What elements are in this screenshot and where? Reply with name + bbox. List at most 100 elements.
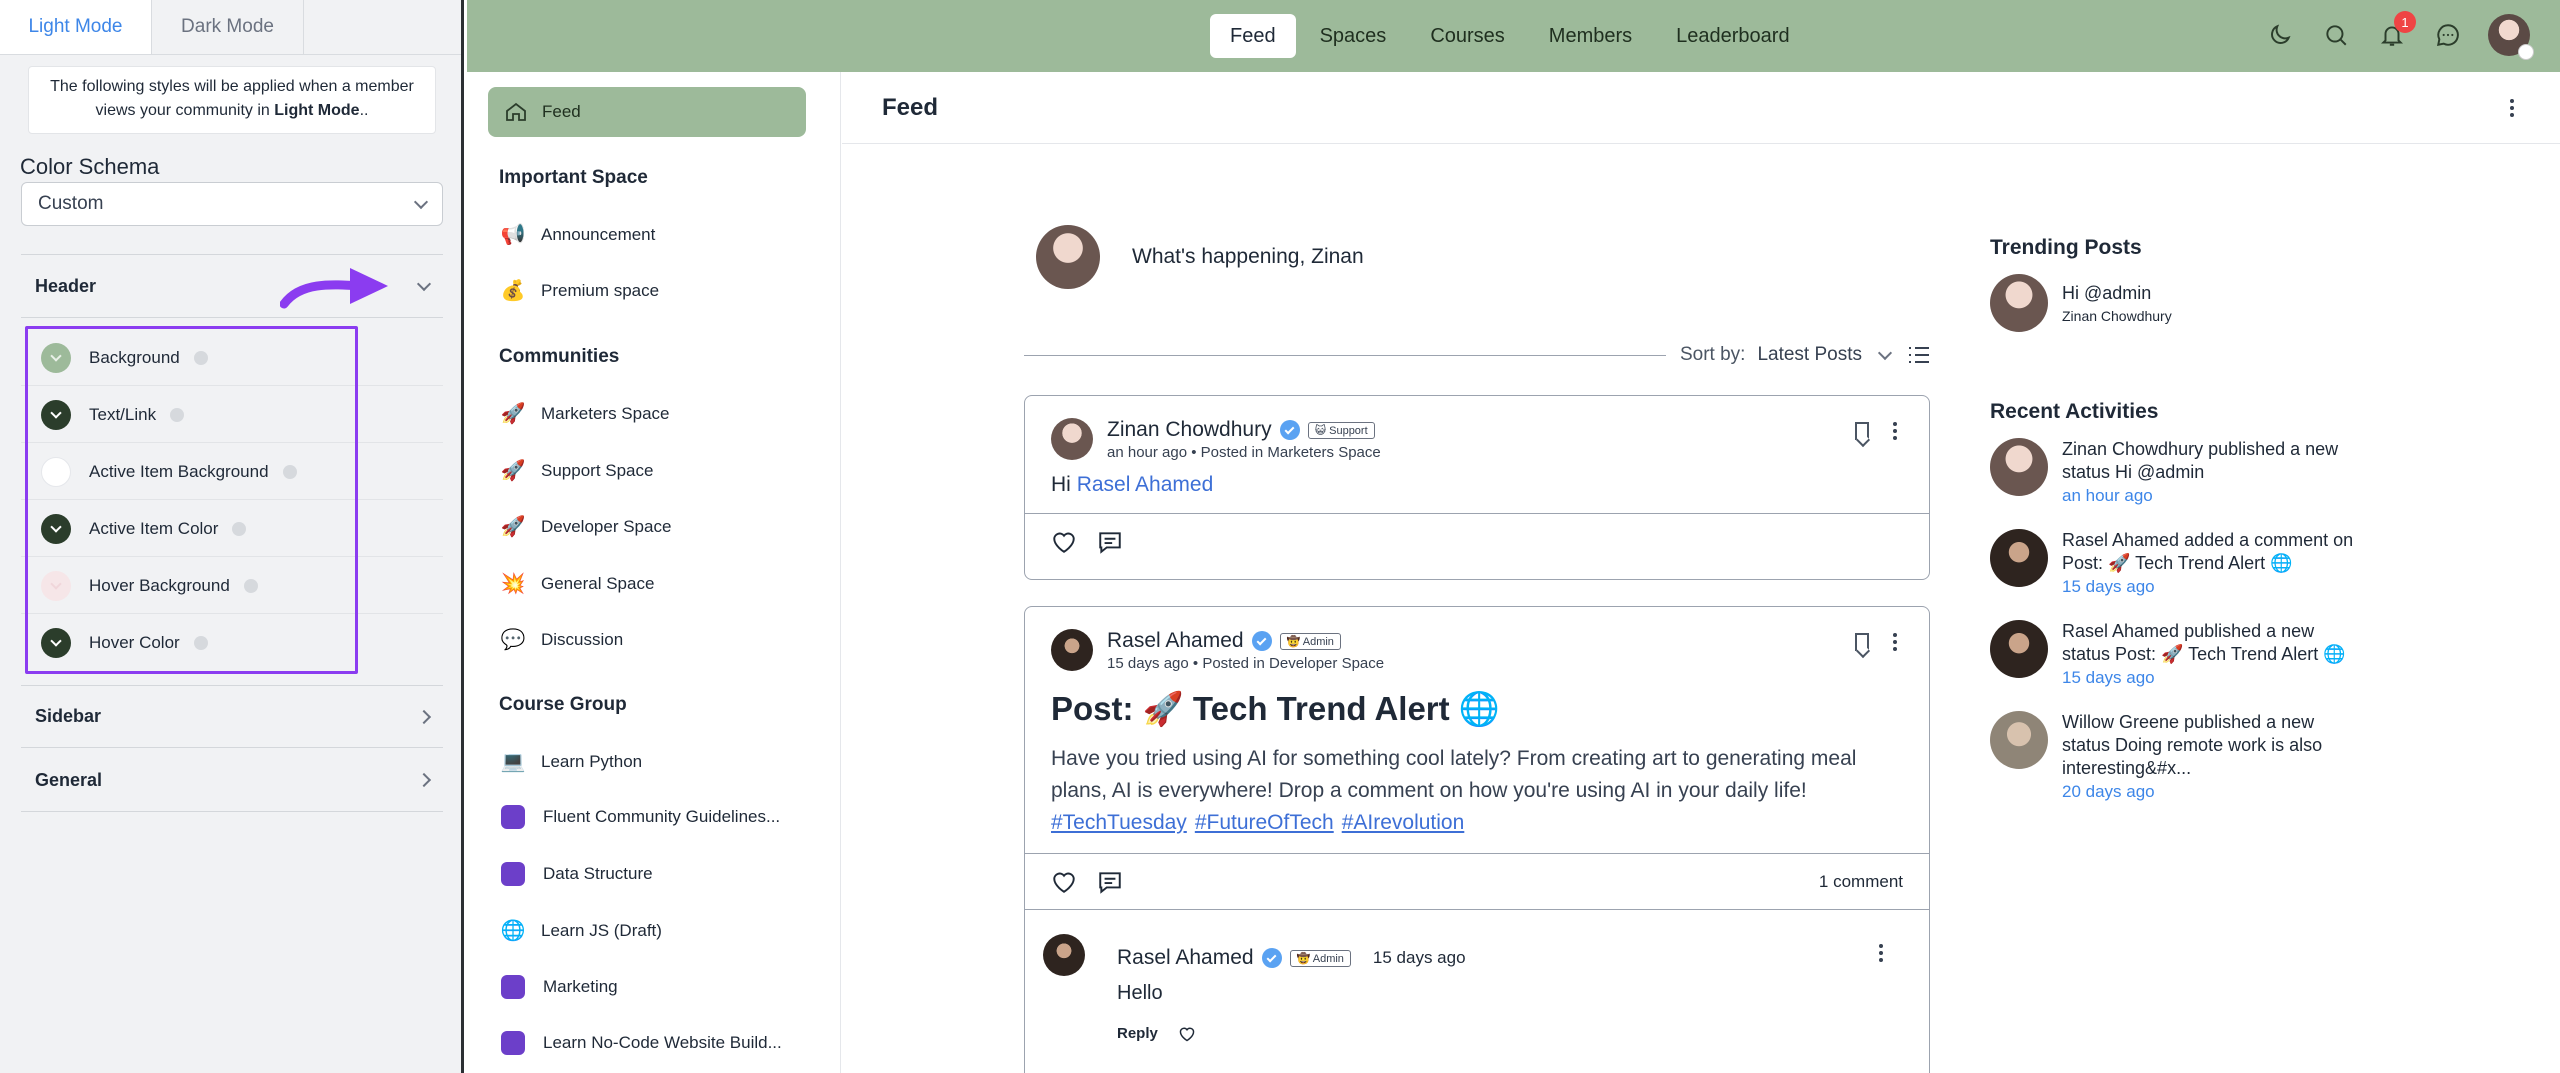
post-meta: 15 days ago • Posted in Developer Space [1107,655,1385,672]
trending-post-title[interactable]: Hi @admin [2062,283,2172,304]
avatar [1990,620,2048,678]
avatar [1990,711,2048,769]
color-schema-select[interactable]: Custom [21,182,443,226]
mode-tabs: Light Mode Dark Mode [0,0,461,55]
course-color-icon [501,1031,525,1055]
sort-bar: Sort by: Latest Posts [1024,344,1930,366]
post-author[interactable]: Rasel Ahamed [1107,629,1244,653]
trending-post[interactable]: Hi @admin Zinan Chowdhury [1990,274,2390,332]
verified-icon [1261,948,1282,968]
activity-time: an hour ago [2062,486,2153,505]
sidebar-item-premium[interactable]: 💰 Premium space [499,278,660,303]
activity-item[interactable]: Rasel Ahamed added a comment on Post: 🚀 … [1990,529,2390,598]
rocket-icon: 🚀 [500,403,526,425]
chat-icon[interactable] [2432,19,2464,51]
activity-item[interactable]: Zinan Chowdhury published a new status H… [1990,438,2390,507]
group-title-course: Course Group [499,694,627,715]
more-options-icon[interactable] [1887,422,1903,440]
speech-bubble-icon: 💬 [500,629,526,651]
general-section-label: General [35,769,103,790]
home-icon [506,102,526,121]
comment-author[interactable]: Rasel Ahamed [1117,946,1254,970]
sidebar-section-toggle[interactable]: Sidebar [21,685,443,748]
sidebar-item-marketers[interactable]: 🚀 Marketers Space [499,401,670,426]
bookmark-icon[interactable] [1855,633,1869,651]
chevron-down-icon[interactable] [1877,345,1893,360]
hashtag-link[interactable]: #AIrevolution [1342,811,1465,834]
nav-leaderboard[interactable]: Leaderboard [1656,14,1809,58]
avatar[interactable] [1051,629,1093,671]
bookmark-icon[interactable] [1855,422,1869,440]
sidebar-item-discussion[interactable]: 💬 Discussion [499,627,624,652]
bell-icon[interactable]: 1 [2376,11,2416,51]
reply-button[interactable]: Reply [1117,1025,1158,1042]
more-options-icon[interactable] [2504,98,2520,117]
comment-icon[interactable] [1097,870,1123,894]
sidebar-item-data-structure[interactable]: Data Structure [499,862,653,886]
post-author[interactable]: Zinan Chowdhury [1107,418,1272,442]
nav-feed[interactable]: Feed [1210,14,1296,58]
rocket-icon: 🚀 [500,516,526,538]
heart-icon[interactable] [1051,870,1077,894]
comment-item: Rasel Ahamed 🤠 Admin 15 days ago Hello Rep… [1025,909,1929,1055]
post-composer[interactable]: What's happening, Zinan [1036,225,1364,289]
hashtag-link[interactable]: #FutureOfTech [1195,811,1334,834]
heart-icon[interactable] [1051,530,1077,554]
sidebar-item-learn-python[interactable]: 💻 Learn Python [499,749,643,774]
sidebar-item-label: Learn No-Code Website Build... [543,1033,782,1052]
feed-header: Feed [842,72,2560,144]
list-view-icon[interactable] [1908,345,1930,365]
sidebar-item-marketing[interactable]: Marketing [499,975,618,999]
sidebar-item-no-code[interactable]: Learn No-Code Website Build... [499,1031,782,1055]
trending-post-author: Zinan Chowdhury [2062,307,2172,324]
group-title-communities: Communities [499,346,620,367]
sidebar-item-developer[interactable]: 🚀 Developer Space [499,514,672,539]
moon-icon[interactable] [2264,19,2296,51]
chevron-down-icon [413,194,429,209]
sidebar-item-learn-js[interactable]: 🌐 Learn JS (Draft) [499,918,662,943]
activity-time: 20 days ago [2062,782,2155,801]
avatar[interactable] [1051,418,1093,460]
sidebar-item-label: Fluent Community Guidelines... [543,807,781,826]
sidebar-item-guidelines[interactable]: Fluent Community Guidelines... [499,805,780,829]
collision-icon: 💥 [500,573,526,595]
avatar [1990,438,2048,496]
laptop-icon: 💻 [500,751,526,773]
sort-label: Sort by: [1679,344,1746,365]
comment-count[interactable]: 1 comment [1819,872,1903,892]
nav-courses[interactable]: Courses [1410,14,1524,58]
composer-placeholder[interactable]: What's happening, Zinan [1132,245,1364,269]
comment-icon[interactable] [1097,530,1123,554]
sidebar-item-label: Feed [542,102,581,121]
sidebar-item-general[interactable]: 💥 General Space [499,571,655,596]
sidebar-item-label: Support Space [541,460,654,480]
nav-spaces[interactable]: Spaces [1300,14,1407,58]
sidebar-item-announcement[interactable]: 📢 Announcement [499,222,656,247]
activity-item[interactable]: Willow Greene published a new status Doi… [1990,711,2390,803]
sidebar-item-label: General Space [541,573,655,593]
notice-mode: Light Mode [274,102,360,119]
tab-light-mode[interactable]: Light Mode [0,0,152,54]
more-options-icon[interactable] [1887,633,1903,651]
mention-link[interactable]: Rasel Ahamed [1077,473,1214,496]
sort-select[interactable]: Latest Posts [1757,344,1862,366]
activity-text: Zinan Chowdhury published a new status H… [2062,439,2339,482]
more-options-icon[interactable] [1873,944,1889,962]
activity-item[interactable]: Rasel Ahamed published a new status Post… [1990,620,2390,689]
avatar[interactable] [1043,934,1085,976]
search-icon[interactable] [2320,19,2352,51]
sidebar-item-label: Learn JS (Draft) [541,920,662,940]
tab-dark-mode[interactable]: Dark Mode [152,0,304,54]
recent-activities-title: Recent Activities [1990,400,2159,423]
hashtag-link[interactable]: #TechTuesday [1051,811,1187,834]
post-title[interactable]: Post: 🚀 Tech Trend Alert 🌐 [1025,672,1929,729]
role-badge: 😺 Support [1307,421,1375,439]
user-avatar[interactable] [2488,14,2534,60]
nav-members[interactable]: Members [1529,14,1652,58]
community-sidebar: Feed Important Space 📢 Announcement 💰 Prem… [467,72,841,1073]
sidebar-item-support[interactable]: 🚀 Support Space [499,458,654,483]
general-section-toggle[interactable]: General [21,749,443,812]
sidebar-item-feed[interactable]: Feed [488,87,806,137]
heart-icon[interactable] [1178,1026,1196,1042]
verified-icon [1251,631,1272,651]
